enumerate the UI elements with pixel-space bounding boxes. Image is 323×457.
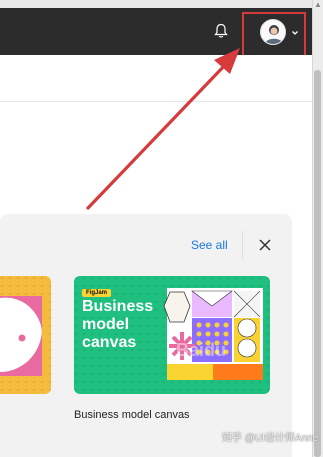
browser-top-strip [0, 0, 323, 8]
panel-divider [242, 231, 243, 259]
avatar-icon[interactable] [260, 19, 286, 45]
baidu-logo-watermark: Baidu [176, 340, 227, 360]
scroll-up-arrow-icon[interactable]: ▲ [313, 0, 323, 10]
close-icon[interactable] [258, 238, 272, 252]
template-title: Business model canvas [82, 298, 154, 351]
zhihu-watermark: 知乎 @UI设计师Anne [222, 433, 319, 444]
template-caption[interactable]: Business model canvas [74, 409, 190, 421]
scrollbar-thumb[interactable] [314, 70, 321, 457]
sub-header [0, 55, 312, 102]
template-thumbnail-business-model-canvas[interactable]: FigJam Business model canvas [74, 276, 270, 394]
chevron-down-icon[interactable] [290, 28, 300, 38]
see-all-link[interactable]: See all [191, 238, 228, 252]
figjam-badge: FigJam [82, 289, 112, 297]
template-thumbnail-partial[interactable] [0, 276, 51, 394]
bell-icon[interactable] [212, 22, 230, 40]
